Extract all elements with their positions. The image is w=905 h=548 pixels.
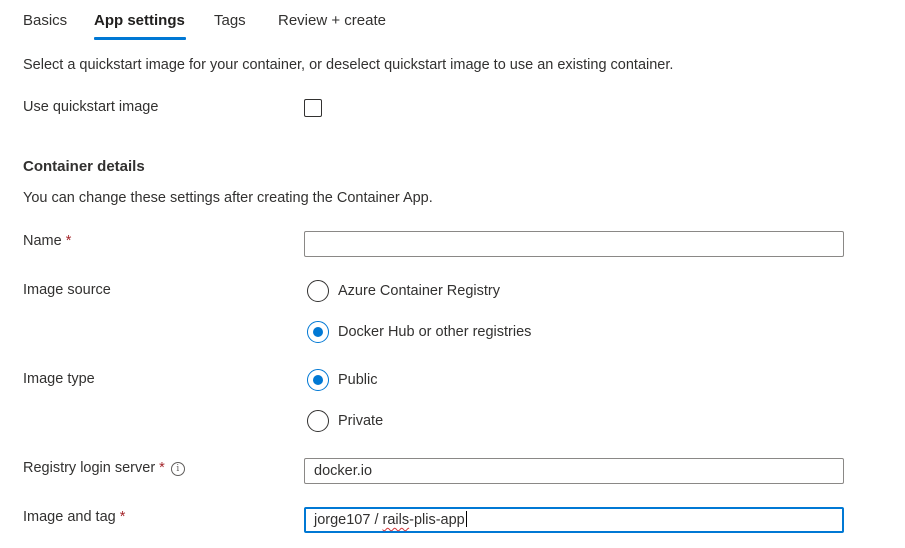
radio-label: Private	[338, 413, 384, 429]
radio-azure-container-registry[interactable]: Azure Container Registry	[307, 279, 500, 303]
image-and-tag-label: Image and tag *	[23, 509, 125, 525]
radio-circle[interactable]	[307, 280, 329, 302]
image-tag-label-text: Image and tag	[23, 509, 116, 525]
image-and-tag-input[interactable]: jorge107 / rails-plis-app	[304, 507, 844, 533]
tab-bar: Basics App settings Tags Review + create	[0, 0, 905, 44]
image-tag-value-suffix: -plis-app	[409, 512, 465, 528]
registry-label-text: Registry login server	[23, 460, 156, 476]
radio-private[interactable]: Private	[307, 409, 383, 433]
radio-circle-selected[interactable]	[307, 321, 329, 343]
spellcheck-flagged-word: rails	[382, 512, 410, 528]
container-details-description: You can change these settings after crea…	[23, 190, 433, 206]
container-details-title: Container details	[23, 158, 145, 175]
image-source-label: Image source	[23, 282, 111, 298]
registry-login-server-input[interactable]: docker.io	[304, 458, 844, 484]
radio-docker-hub[interactable]: Docker Hub or other registries	[307, 320, 531, 344]
required-asterisk: *	[159, 460, 165, 476]
radio-label: Azure Container Registry	[338, 283, 500, 299]
name-input[interactable]	[304, 231, 844, 257]
radio-circle-selected[interactable]	[307, 369, 329, 391]
image-type-label: Image type	[23, 371, 95, 387]
intro-text: Select a quickstart image for your conta…	[23, 57, 674, 73]
registry-login-server-label: Registry login server * i	[23, 460, 185, 476]
name-label: Name *	[23, 233, 71, 249]
app-settings-page: Basics App settings Tags Review + create…	[0, 0, 905, 548]
active-tab-indicator	[94, 37, 186, 40]
radio-public[interactable]: Public	[307, 368, 378, 392]
required-asterisk: *	[65, 233, 72, 249]
text-cursor	[465, 511, 467, 527]
tab-basics[interactable]: Basics	[23, 12, 67, 29]
tab-tags[interactable]: Tags	[214, 12, 246, 29]
radio-label: Docker Hub or other registries	[338, 324, 532, 340]
tab-app-settings[interactable]: App settings	[94, 12, 185, 29]
radio-circle[interactable]	[307, 410, 329, 432]
radio-label: Public	[338, 372, 378, 388]
quickstart-label: Use quickstart image	[23, 99, 159, 115]
image-tag-value-prefix: jorge107 /	[314, 512, 383, 528]
name-label-text: Name	[23, 233, 62, 249]
tab-review-create[interactable]: Review + create	[278, 12, 386, 29]
info-icon[interactable]: i	[170, 462, 185, 476]
quickstart-checkbox[interactable]	[304, 99, 322, 117]
required-asterisk: *	[119, 509, 126, 525]
